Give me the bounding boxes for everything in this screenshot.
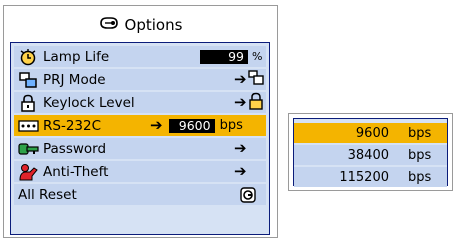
- lamp-life-unit: %: [252, 50, 263, 63]
- menu-item-prj-mode[interactable]: PRJ Mode ➔: [14, 69, 266, 90]
- reset-button-icon: [240, 186, 256, 203]
- arrow-right-icon: ➔: [234, 162, 247, 180]
- projection-mode-icon: [18, 71, 39, 89]
- lamp-life-readout: 99 %: [200, 49, 263, 64]
- menu-item-label: Keylock Level: [43, 94, 135, 111]
- projection-mode-icon: [247, 69, 264, 90]
- menu-item-label: Anti-Theft: [43, 163, 109, 180]
- lock-icon: [18, 94, 39, 112]
- options-panel: Lamp Life 99 % PRJ Mode ➔ Keylock Level …: [10, 42, 270, 235]
- menu-item-label: All Reset: [18, 186, 77, 203]
- arrow-right-icon: ➔: [234, 93, 247, 111]
- lock-icon: [247, 92, 264, 114]
- menu-item-label: PRJ Mode: [43, 71, 106, 88]
- rs-232c-readout: ➔ 9600 bps: [150, 116, 243, 134]
- anti-theft-submenu-indicator: ➔: [234, 164, 247, 179]
- keylock-submenu-indicator: ➔: [234, 92, 264, 114]
- menu-item-label: RS-232C: [43, 117, 102, 134]
- options-menu: Options Lamp Life 99 % PRJ Mode ➔ Keyloc…: [3, 5, 278, 238]
- lamp-life-value: 99: [200, 49, 248, 64]
- menu-item-password[interactable]: Password ➔: [14, 138, 266, 159]
- prj-mode-submenu-indicator: ➔: [234, 69, 264, 90]
- rs-232c-unit: bps: [219, 118, 243, 133]
- password-submenu-indicator: ➔: [234, 141, 247, 156]
- rs-232c-value: 9600: [168, 118, 215, 133]
- baud-option-unit: bps: [408, 147, 432, 163]
- key-icon: [18, 140, 39, 158]
- menu-item-anti-theft[interactable]: Anti-Theft ➔: [14, 161, 266, 182]
- arrow-right-icon: ➔: [150, 116, 163, 134]
- baud-option-value: 38400: [347, 147, 389, 163]
- menu-item-label: Password: [43, 140, 107, 157]
- baud-option-unit: bps: [408, 125, 432, 141]
- menu-header: Options: [8, 12, 273, 37]
- menu-title: Options: [124, 15, 183, 34]
- options-icon: [99, 15, 119, 35]
- baud-rate-submenu: 9600 bps 38400 bps 115200 bps: [288, 113, 453, 191]
- baud-option-value: 115200: [339, 169, 389, 185]
- baud-option-38400[interactable]: 38400 bps: [294, 145, 447, 165]
- baud-option-value: 9600: [355, 125, 389, 141]
- baud-option-unit: bps: [408, 169, 432, 185]
- baud-option-115200[interactable]: 115200 bps: [294, 167, 447, 187]
- menu-item-label: Lamp Life: [43, 48, 110, 65]
- lamp-timer-icon: [18, 48, 39, 66]
- baud-rate-list: 9600 bps 38400 bps 115200 bps: [293, 118, 448, 187]
- anti-theft-icon: [18, 163, 39, 181]
- arrow-right-icon: ➔: [234, 139, 247, 157]
- baud-option-9600[interactable]: 9600 bps: [294, 123, 447, 143]
- menu-item-all-reset[interactable]: All Reset: [14, 184, 266, 205]
- serial-port-icon: [18, 117, 39, 135]
- menu-item-keylock-level[interactable]: Keylock Level ➔: [14, 92, 266, 113]
- arrow-right-icon: ➔: [234, 70, 247, 88]
- menu-item-lamp-life[interactable]: Lamp Life 99 %: [14, 46, 266, 67]
- menu-item-rs-232c[interactable]: RS-232C ➔ 9600 bps: [14, 115, 266, 136]
